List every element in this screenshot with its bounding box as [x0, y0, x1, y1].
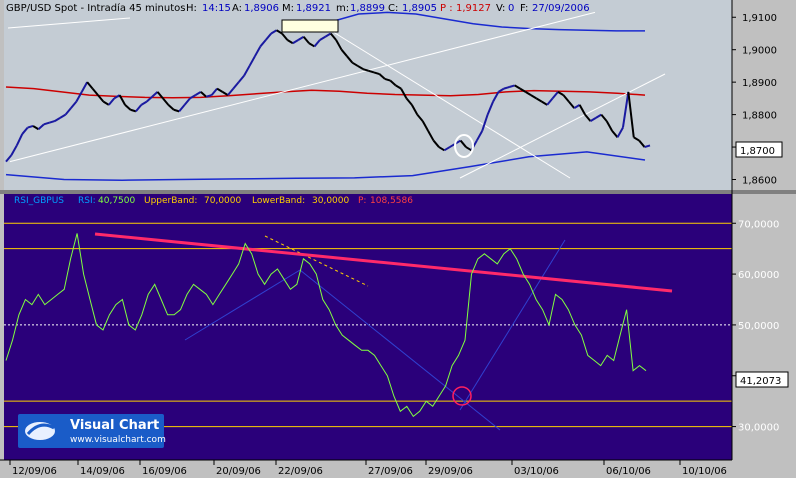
price-v-value: 0: [508, 3, 514, 14]
rsi-axis-label: 30,0000: [738, 423, 779, 434]
price-m-label: M:: [282, 3, 294, 14]
chart-canvas[interactable]: 1,9100 1,9000 1,8900 1,8800 1,8700 1,8600 70,…: [0, 0, 796, 478]
x-axis-label: 16/09/06: [142, 466, 187, 477]
rsi-axis-label: 50,0000: [738, 321, 779, 332]
x-axis-label: 12/09/06: [12, 466, 57, 477]
upper-band-value: 70,0000: [204, 196, 241, 206]
rsi-current-value-box: 41,2073: [735, 371, 789, 388]
upper-band-label: UpperBand:: [144, 196, 197, 206]
price-c-label: C:: [388, 3, 398, 14]
price-axis-label: 1,9100: [742, 13, 777, 24]
highlight-box: [281, 19, 339, 33]
price-title: GBP/USD Spot - Intradía 45 minutos: [6, 2, 185, 14]
lower-band-value: 30,0000: [312, 196, 349, 206]
visualchart-window: 1,9100 1,9000 1,8900 1,8800 1,8700 1,8600 70,…: [0, 0, 796, 478]
panel-separator[interactable]: [0, 190, 796, 194]
price-p-value: 1,9127: [456, 3, 491, 14]
price-axis-label: 1,9000: [742, 46, 777, 57]
price-min-value: 1,8899: [350, 3, 385, 14]
price-m-value: 1,8921: [296, 3, 331, 14]
rsi-label: RSI:: [78, 196, 96, 206]
price-axis-label: 1,8600: [742, 176, 777, 187]
price-h-label: H:: [186, 3, 197, 14]
price-v-label: V:: [496, 3, 505, 14]
logo-url: www.visualchart.com: [70, 435, 166, 445]
price-p-label: P :: [440, 3, 453, 14]
price-axis-label: 1,8800: [742, 111, 777, 122]
x-axis-label: 03/10/06: [514, 466, 559, 477]
price-date-label: F:: [520, 3, 528, 14]
price-current-value-box: 1,8700: [735, 141, 783, 158]
price-current-value: 1,8700: [740, 146, 775, 157]
rsi-value: 40,7500: [98, 196, 135, 206]
price-axis-label: 1,8900: [742, 78, 777, 89]
price-h-value: 14:15: [202, 3, 231, 14]
lower-band-label: LowerBand:: [252, 196, 305, 206]
x-axis-label: 29/09/06: [428, 466, 473, 477]
rsi-p-value: 108,5586: [370, 196, 413, 206]
price-min-label: m:: [336, 3, 349, 14]
x-axis-label: 10/10/06: [682, 466, 727, 477]
rsi-axis-label: 70,0000: [738, 219, 779, 230]
logo-name: Visual Chart: [70, 418, 159, 433]
visual-chart-logo: Visual Chart www.visualchart.com: [18, 414, 166, 448]
price-a-label: A:: [232, 3, 242, 14]
x-axis-label: 22/09/06: [278, 466, 323, 477]
rsi-current-value: 41,2073: [740, 376, 781, 387]
rsi-axis-label: 60,0000: [738, 270, 779, 281]
x-axis-label: 20/09/06: [216, 466, 261, 477]
x-axis-label: 14/09/06: [80, 466, 125, 477]
price-a-value: 1,8906: [244, 3, 279, 14]
price-date-value: 27/09/2006: [532, 3, 590, 14]
x-axis-label: 06/10/06: [606, 466, 651, 477]
rsi-p-label: P:: [358, 196, 366, 206]
x-axis-label: 27/09/06: [368, 466, 413, 477]
price-c-value: 1,8905: [402, 3, 437, 14]
rsi-name: RSI_GBPUS: [14, 196, 64, 206]
